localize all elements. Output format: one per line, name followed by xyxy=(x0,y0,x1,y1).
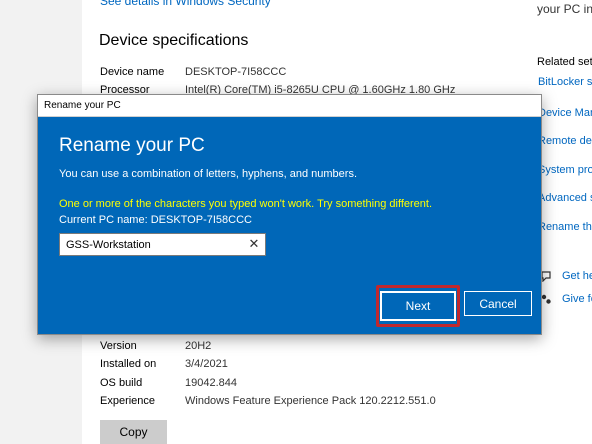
spec-label: Experience xyxy=(100,395,156,407)
related-link-rename-pc[interactable]: Rename this xyxy=(538,221,592,233)
cancel-button[interactable]: Cancel xyxy=(464,291,532,316)
pc-name-field: ✕ xyxy=(59,233,266,256)
spec-row-os-build: OS build 19042.844 xyxy=(100,377,237,389)
spec-value: 3/4/2021 xyxy=(185,358,228,370)
related-link-advanced-system[interactable]: Advanced sy xyxy=(538,192,592,204)
next-button[interactable]: Next xyxy=(380,291,456,321)
spec-value: Windows Feature Experience Pack 120.2212… xyxy=(185,395,436,407)
spec-label: Installed on xyxy=(100,358,157,370)
clear-icon[interactable]: ✕ xyxy=(247,237,261,251)
copy-button[interactable]: Copy xyxy=(100,420,167,444)
related-link-device-manager[interactable]: Device Man xyxy=(538,107,592,119)
dialog-description: You can use a combination of letters, hy… xyxy=(59,168,358,180)
dialog-heading: Rename your PC xyxy=(59,135,205,156)
spec-row-experience: Experience Windows Feature Experience Pac… xyxy=(100,395,436,407)
spec-value: DESKTOP-7I58CCC xyxy=(185,66,287,78)
spec-value: 20H2 xyxy=(185,340,212,352)
spec-value: 19042.844 xyxy=(185,377,237,389)
spec-label: Device name xyxy=(100,66,165,78)
top-right-text: your PC info xyxy=(537,2,592,16)
current-pc-name: Current PC name: DESKTOP-7I58CCC xyxy=(59,214,252,226)
spec-label: OS build xyxy=(100,377,143,389)
related-link-bitlocker[interactable]: BitLocker se xyxy=(538,76,592,88)
windows-security-link[interactable]: See details in Windows Security xyxy=(100,0,271,8)
device-specifications-title: Device specifications xyxy=(99,32,249,49)
dialog-titlebar-text: Rename your PC xyxy=(44,100,121,111)
dialog-error-message: One or more of the characters you typed … xyxy=(59,198,433,210)
spec-row-installed-on: Installed on 3/4/2021 xyxy=(100,358,228,370)
related-settings-title: Related sett xyxy=(537,56,592,68)
spec-row-device-name: Device name DESKTOP-7I58CCC xyxy=(100,66,286,78)
dialog-titlebar[interactable]: Rename your PC xyxy=(38,95,541,117)
get-help-link[interactable]: Get he xyxy=(562,270,592,282)
pc-name-input[interactable] xyxy=(60,234,244,255)
spec-row-version: Version 20H2 xyxy=(100,340,211,352)
rename-pc-dialog: Rename your PC Rename your PC You can us… xyxy=(37,94,542,335)
spec-label: Version xyxy=(100,340,137,352)
related-link-system-protection[interactable]: System prot xyxy=(538,164,592,176)
related-link-remote-desktop[interactable]: Remote des xyxy=(538,135,592,147)
give-feedback-link[interactable]: Give fe xyxy=(562,293,592,305)
